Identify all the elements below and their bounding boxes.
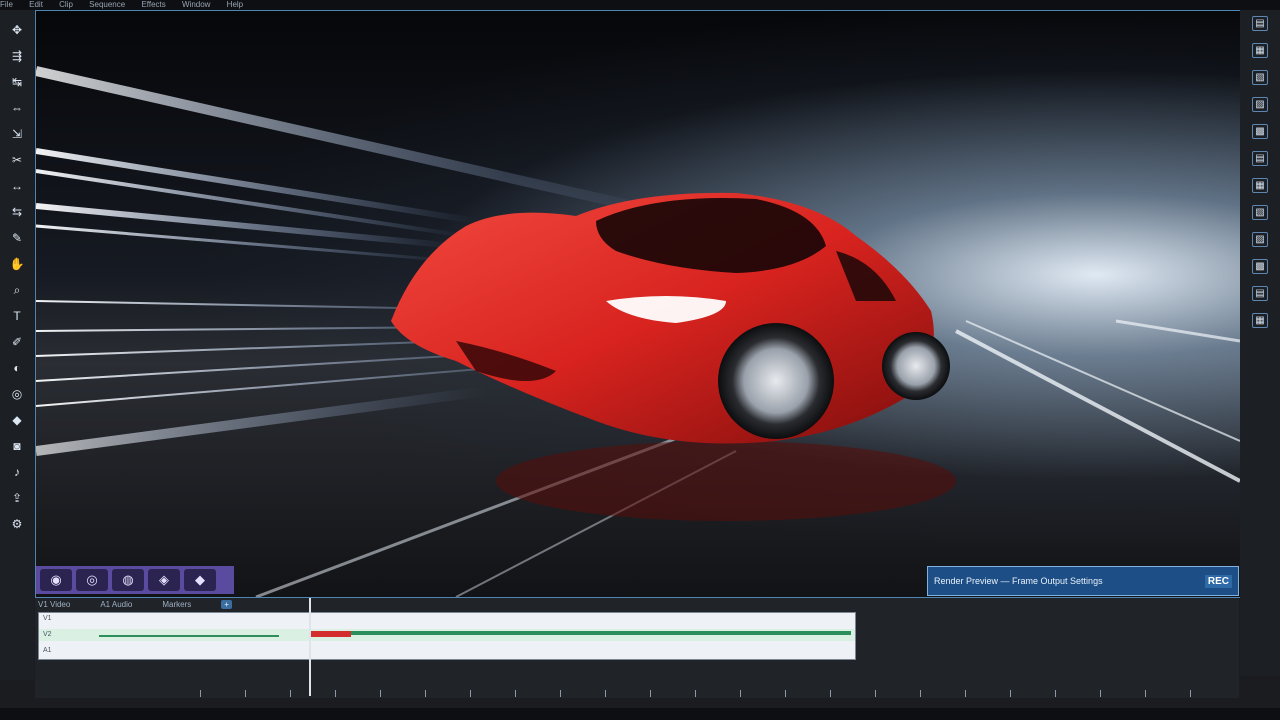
slide-icon[interactable]: ⇆ <box>7 202 27 222</box>
color-icon[interactable]: ◐ <box>7 358 27 378</box>
program-monitor[interactable] <box>35 10 1241 598</box>
slip-icon[interactable]: ↔ <box>7 176 27 196</box>
razor-icon[interactable]: ✂ <box>7 150 27 170</box>
audio-icon[interactable]: ♪ <box>7 462 27 482</box>
panel-button-1[interactable]: ▤ <box>1252 16 1268 31</box>
thumbnail-2[interactable]: ◎ <box>76 569 108 591</box>
clip-green[interactable] <box>351 631 851 635</box>
panel-button-3[interactable]: ▧ <box>1252 70 1268 85</box>
menu-file[interactable]: File <box>0 0 13 9</box>
caption-text: Render Preview — Frame Output Settings <box>934 576 1103 586</box>
camera-icon[interactable]: ◙ <box>7 436 27 456</box>
rate-stretch-icon[interactable]: ⇲ <box>7 124 27 144</box>
selection-tool-icon[interactable]: ✥ <box>7 20 27 40</box>
menu-effects[interactable]: Effects <box>141 0 165 9</box>
type-icon[interactable]: T <box>7 306 27 326</box>
menu-sequence[interactable]: Sequence <box>89 0 125 9</box>
panel-button-7[interactable]: ▦ <box>1252 178 1268 193</box>
menu-edit[interactable]: Edit <box>29 0 43 9</box>
tool-panel-left: ✥ ⇶ ↹ ⇔ ⇲ ✂ ↔ ⇆ ✎ ✋ ⌕ T ✐ ◐ ◎ ◆ ◙ ♪ ⇪ ⚙ <box>0 10 34 680</box>
track-select-icon[interactable]: ⇶ <box>7 46 27 66</box>
brush-icon[interactable]: ✐ <box>7 332 27 352</box>
menu-window[interactable]: Window <box>182 0 210 9</box>
menu-clip[interactable]: Clip <box>59 0 73 9</box>
hand-icon[interactable]: ✋ <box>7 254 27 274</box>
red-car <box>391 192 956 521</box>
timeline-header: V1 Video A1 Audio Markers + <box>38 600 232 609</box>
menu-help[interactable]: Help <box>227 0 243 9</box>
zoom-icon[interactable]: ⌕ <box>7 280 27 300</box>
clip-green-left[interactable] <box>99 635 279 637</box>
track-v1[interactable]: V1 <box>39 613 855 625</box>
ripple-edit-icon[interactable]: ↹ <box>7 72 27 92</box>
thumbnail-5[interactable]: ◆ <box>184 569 216 591</box>
thumbnail-strip: ◉ ◎ ◍ ◈ ◆ <box>36 566 234 594</box>
caption-code-badge: REC <box>1204 574 1232 588</box>
add-track-button[interactable]: + <box>221 600 232 609</box>
panel-button-8[interactable]: ▧ <box>1252 205 1268 220</box>
status-bar <box>0 708 1280 720</box>
clip-red[interactable] <box>311 631 351 637</box>
timeline-label-video: V1 Video <box>38 600 71 609</box>
marker-icon[interactable]: ◆ <box>7 410 27 430</box>
panel-button-12[interactable]: ▦ <box>1252 313 1268 328</box>
playhead[interactable] <box>309 598 311 696</box>
timeline-label-audio: A1 Audio <box>100 600 133 609</box>
panel-button-6[interactable]: ▤ <box>1252 151 1268 166</box>
timeline-label-markers: Markers <box>162 600 192 609</box>
menu-bar: File Edit Clip Sequence Effects Window H… <box>0 0 1280 10</box>
settings-icon[interactable]: ⚙ <box>7 514 27 534</box>
thumbnail-3[interactable]: ◍ <box>112 569 144 591</box>
panel-button-9[interactable]: ▨ <box>1252 232 1268 247</box>
timeline-panel[interactable]: V1 Video A1 Audio Markers + V1 V2 A1 <box>35 598 1239 698</box>
panel-button-2[interactable]: ▦ <box>1252 43 1268 58</box>
track-a1[interactable]: A1 <box>39 645 855 657</box>
track-area[interactable]: V1 V2 A1 <box>38 612 856 660</box>
panel-button-10[interactable]: ▩ <box>1252 259 1268 274</box>
preview-frame <box>36 66 1240 597</box>
thumbnail-1[interactable]: ◉ <box>40 569 72 591</box>
rolling-edit-icon[interactable]: ⇔ <box>7 98 27 118</box>
panel-button-11[interactable]: ▤ <box>1252 286 1268 301</box>
time-ruler[interactable] <box>35 690 1239 698</box>
panel-button-5[interactable]: ▩ <box>1252 124 1268 139</box>
tool-panel-right: ▤ ▦ ▧ ▨ ▩ ▤ ▦ ▧ ▨ ▩ ▤ ▦ <box>1240 10 1280 676</box>
pen-icon[interactable]: ✎ <box>7 228 27 248</box>
mask-icon[interactable]: ◎ <box>7 384 27 404</box>
panel-button-4[interactable]: ▨ <box>1252 97 1268 112</box>
caption-overlay[interactable]: Render Preview — Frame Output Settings R… <box>927 566 1239 596</box>
export-icon[interactable]: ⇪ <box>7 488 27 508</box>
thumbnail-4[interactable]: ◈ <box>148 569 180 591</box>
